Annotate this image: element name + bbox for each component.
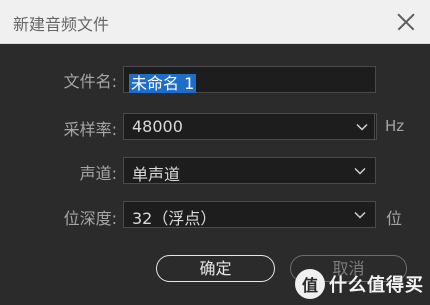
watermark-logo: 值 <box>295 269 325 299</box>
watermark: 值 什么值得买 <box>295 269 424 299</box>
chevron-down-icon <box>353 208 367 222</box>
bit-depth-unit: 位 <box>386 209 403 228</box>
sample-rate-label: 采样率: <box>63 120 117 139</box>
dialog-titlebar: 新建音频文件 <box>0 0 430 44</box>
ok-button[interactable]: 确定 <box>156 255 275 282</box>
channels-label: 声道: <box>79 164 117 183</box>
sample-rate-combobox[interactable]: 48000 <box>123 113 377 140</box>
filename-label: 文件名: <box>63 72 117 91</box>
bit-depth-label: 位深度: <box>63 209 117 228</box>
bit-depth-select[interactable]: 32（浮点） <box>123 201 376 228</box>
channels-select[interactable]: 单声道 <box>123 157 376 184</box>
dialog-title: 新建音频文件 <box>13 15 110 34</box>
filename-value: 未命名 1 <box>129 74 197 93</box>
watermark-text: 什么值得买 <box>329 275 424 296</box>
bit-depth-value: 32（浮点） <box>132 209 217 228</box>
sample-rate-dropdown-button[interactable] <box>349 113 375 140</box>
close-icon[interactable] <box>396 12 416 32</box>
chevron-down-icon <box>355 120 369 134</box>
sample-rate-unit: Hz <box>385 117 405 135</box>
sample-rate-value: 48000 <box>132 117 183 136</box>
filename-input[interactable]: 未命名 1 <box>123 66 376 93</box>
channels-value: 单声道 <box>132 165 181 184</box>
chevron-down-icon <box>353 164 367 178</box>
